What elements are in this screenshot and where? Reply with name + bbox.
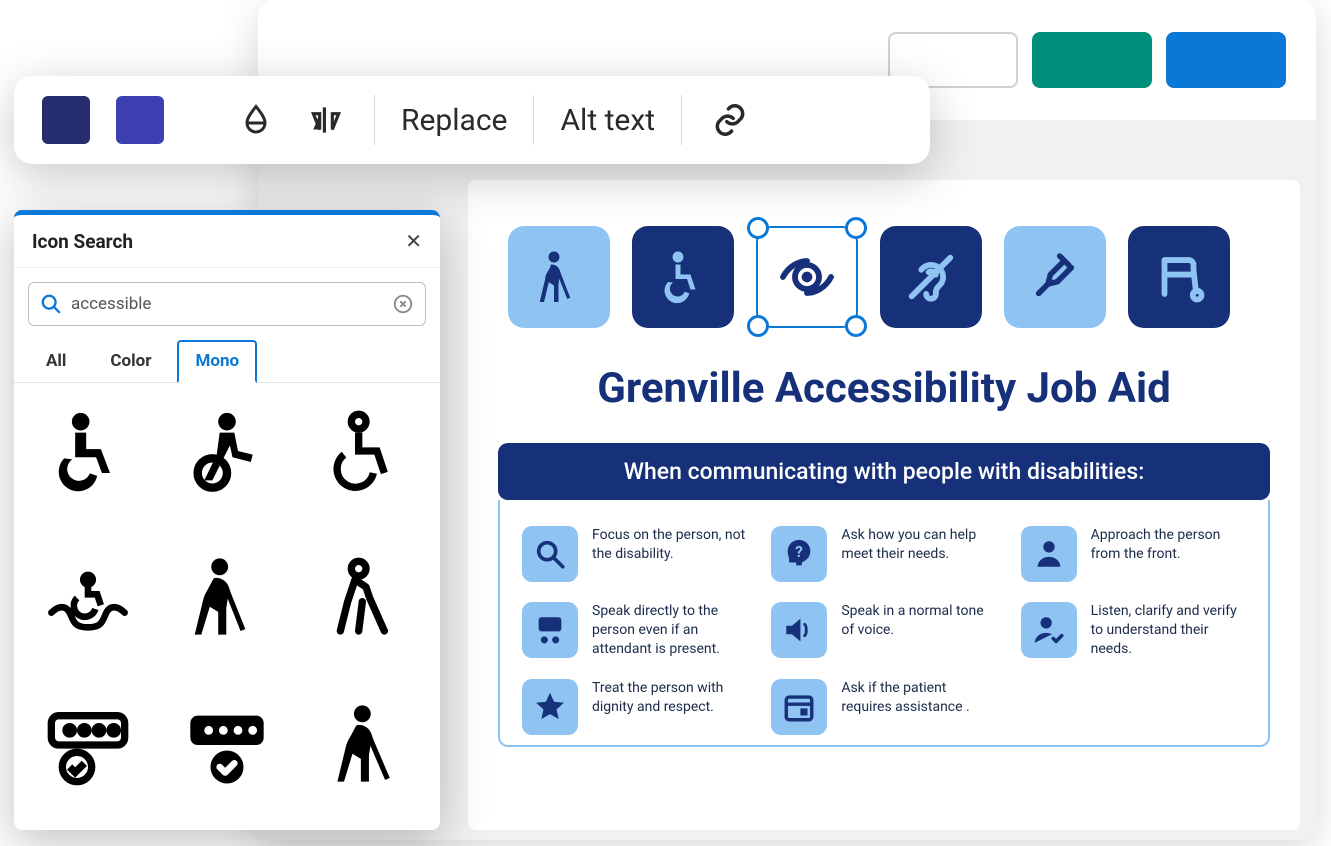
- icon-search-tabs: All Color Mono: [14, 336, 440, 383]
- person-check-icon: [1021, 602, 1077, 658]
- tip-text: Speak directly to the person even if an …: [592, 602, 747, 659]
- tip-item[interactable]: Focus on the person, not the disability.: [522, 526, 747, 582]
- wheelchair-person-icon[interactable]: [177, 401, 277, 501]
- clear-icon[interactable]: [392, 293, 414, 315]
- toolbar-divider: [533, 95, 534, 145]
- tip-item[interactable]: Ask if the patient requires assistance .: [771, 679, 996, 735]
- calendar-icon: [771, 679, 827, 735]
- cane-walk-alt-icon[interactable]: [316, 695, 416, 795]
- search-input[interactable]: [28, 282, 426, 326]
- tip-item[interactable]: Speak directly to the person even if an …: [522, 602, 747, 659]
- section-banner[interactable]: When communicating with people with disa…: [498, 443, 1270, 500]
- alt-text-button[interactable]: Alt text: [560, 103, 655, 138]
- password-check-solid-icon[interactable]: [177, 695, 277, 795]
- icon-search-title: Icon Search: [32, 230, 133, 253]
- tip-item[interactable]: Listen, clarify and verify to understand…: [1021, 602, 1246, 659]
- close-icon[interactable]: ✕: [405, 229, 422, 253]
- color-swatch-2[interactable]: [116, 96, 164, 144]
- tips-container: Focus on the person, not the disability.…: [498, 500, 1270, 747]
- speaker-icon: [771, 602, 827, 658]
- wheelchair-outline-icon[interactable]: [316, 401, 416, 501]
- blind-person-icon[interactable]: [508, 226, 610, 328]
- context-toolbar: Replace Alt text: [14, 76, 930, 164]
- toolbar-divider: [681, 95, 682, 145]
- crutch-icon[interactable]: [1004, 226, 1106, 328]
- tip-item[interactable]: Treat the person with dignity and respec…: [522, 679, 747, 735]
- tip-text: Ask how you can help meet their needs.: [841, 526, 996, 564]
- speak-direct-icon: [522, 602, 578, 658]
- wheelchair-icon[interactable]: [632, 226, 734, 328]
- selection-handle[interactable]: [747, 315, 769, 337]
- tip-text: Speak in a normal tone of voice.: [841, 602, 996, 640]
- tip-text: Listen, clarify and verify to understand…: [1091, 602, 1246, 659]
- low-vision-icon[interactable]: [756, 226, 858, 328]
- question-head-icon: ?: [771, 526, 827, 582]
- accessible-hands-icon[interactable]: [38, 548, 138, 648]
- cane-walk-solid-icon[interactable]: [177, 548, 277, 648]
- tip-text: Approach the person from the front.: [1091, 526, 1246, 564]
- header-icon-row: [468, 180, 1300, 338]
- search-icon: [40, 293, 62, 315]
- wheelchair-solid-icon[interactable]: [38, 401, 138, 501]
- svg-text:?: ?: [795, 543, 803, 561]
- header-button-green[interactable]: [1032, 32, 1152, 88]
- icon-search-header: Icon Search ✕: [14, 215, 440, 268]
- header-button-blue[interactable]: [1166, 32, 1286, 88]
- opacity-icon[interactable]: [234, 98, 278, 142]
- cane-walk-outline-icon[interactable]: [316, 548, 416, 648]
- walker-icon[interactable]: [1128, 226, 1230, 328]
- tip-text: Treat the person with dignity and respec…: [592, 679, 747, 717]
- selection-handle[interactable]: [845, 315, 867, 337]
- person-front-icon: [1021, 526, 1077, 582]
- icon-search-panel: Icon Search ✕ All Color Mono: [14, 210, 440, 830]
- tip-text: Ask if the patient requires assistance .: [841, 679, 996, 717]
- magnifier-icon: [522, 526, 578, 582]
- tab-all[interactable]: All: [28, 340, 84, 382]
- tip-text: Focus on the person, not the disability.: [592, 526, 747, 564]
- selection-handle[interactable]: [845, 217, 867, 239]
- tab-color[interactable]: Color: [92, 340, 169, 382]
- star-icon: [522, 679, 578, 735]
- replace-button[interactable]: Replace: [401, 103, 507, 138]
- flip-icon[interactable]: [304, 98, 348, 142]
- icon-results-grid: [14, 383, 440, 830]
- color-swatch-1[interactable]: [42, 96, 90, 144]
- toolbar-divider: [374, 95, 375, 145]
- tip-item[interactable]: Speak in a normal tone of voice.: [771, 602, 996, 659]
- tab-mono[interactable]: Mono: [177, 340, 257, 383]
- link-icon[interactable]: [708, 98, 752, 142]
- design-canvas[interactable]: Grenville Accessibility Job Aid When com…: [468, 180, 1300, 830]
- tip-item[interactable]: ? Ask how you can help meet their needs.: [771, 526, 996, 582]
- document-title[interactable]: Grenville Accessibility Job Aid: [468, 364, 1300, 413]
- tip-item[interactable]: Approach the person from the front.: [1021, 526, 1246, 582]
- selection-handle[interactable]: [747, 217, 769, 239]
- password-check-outline-icon[interactable]: [38, 695, 138, 795]
- deaf-icon[interactable]: [880, 226, 982, 328]
- icon-search-field: [28, 282, 426, 326]
